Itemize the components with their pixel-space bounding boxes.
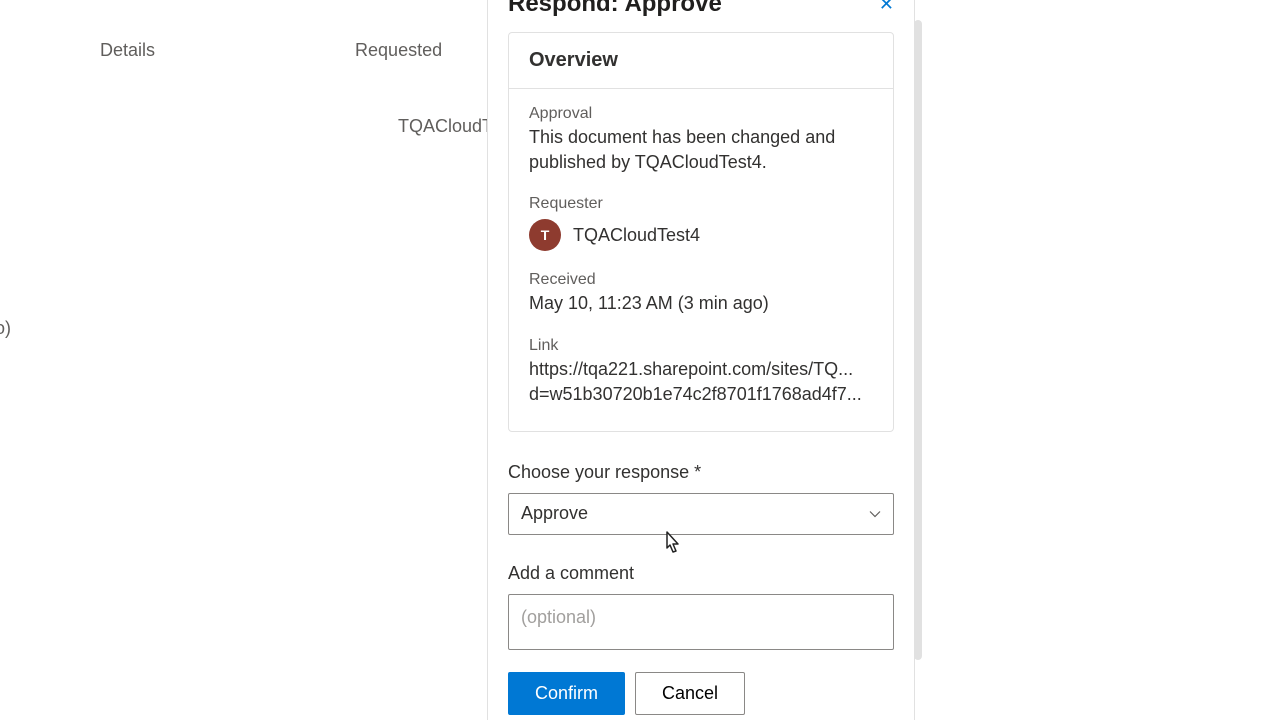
respond-approve-panel: Respond: Approve ✕ Overview Approval Thi… [487,0,915,720]
received-label: Received [529,271,873,289]
response-section: Choose your response * Approve [488,432,914,535]
chevron-down-icon [869,508,881,520]
link-field: Link https://tqa221.sharepoint.com/sites… [529,337,873,407]
comment-section: Add a comment (optional) [488,535,914,650]
overview-header: Overview [509,33,893,89]
overview-body: Approval This document has been changed … [509,89,893,431]
approval-field: Approval This document has been changed … [529,105,873,175]
requester-row: T TQACloudTest4 [529,219,873,251]
cancel-button[interactable]: Cancel [635,672,745,715]
avatar: T [529,219,561,251]
truncated-side-text: o) [0,318,11,339]
overview-card: Overview Approval This document has been… [508,32,894,432]
comment-label: Add a comment [508,563,894,584]
close-icon[interactable]: ✕ [879,0,894,15]
received-field: Received May 10, 11:23 AM (3 min ago) [529,271,873,316]
panel-header: Respond: Approve ✕ [488,0,914,32]
approval-text: This document has been changed and publi… [529,125,873,175]
requester-label: Requester [529,195,873,213]
received-value: May 10, 11:23 AM (3 min ago) [529,291,873,316]
column-header-details: Details [100,40,155,61]
requester-name: TQACloudTest4 [573,225,700,246]
panel-title: Respond: Approve [508,0,722,18]
link-value-line1[interactable]: https://tqa221.sharepoint.com/sites/TQ..… [529,357,873,382]
requester-field: Requester T TQACloudTest4 [529,195,873,251]
approval-label: Approval [529,105,873,123]
link-label: Link [529,337,873,355]
response-dropdown-value: Approve [521,503,588,524]
comment-input[interactable]: (optional) [508,594,894,650]
response-label: Choose your response * [508,462,894,483]
button-row: Confirm Cancel [488,650,914,715]
confirm-button[interactable]: Confirm [508,672,625,715]
column-header-requested: Requested [355,40,442,61]
response-dropdown[interactable]: Approve [508,493,894,535]
link-value-line2[interactable]: d=w51b30720b1e74c2f8701f1768ad4f7... [529,382,873,407]
panel-scrollbar[interactable] [914,20,922,660]
